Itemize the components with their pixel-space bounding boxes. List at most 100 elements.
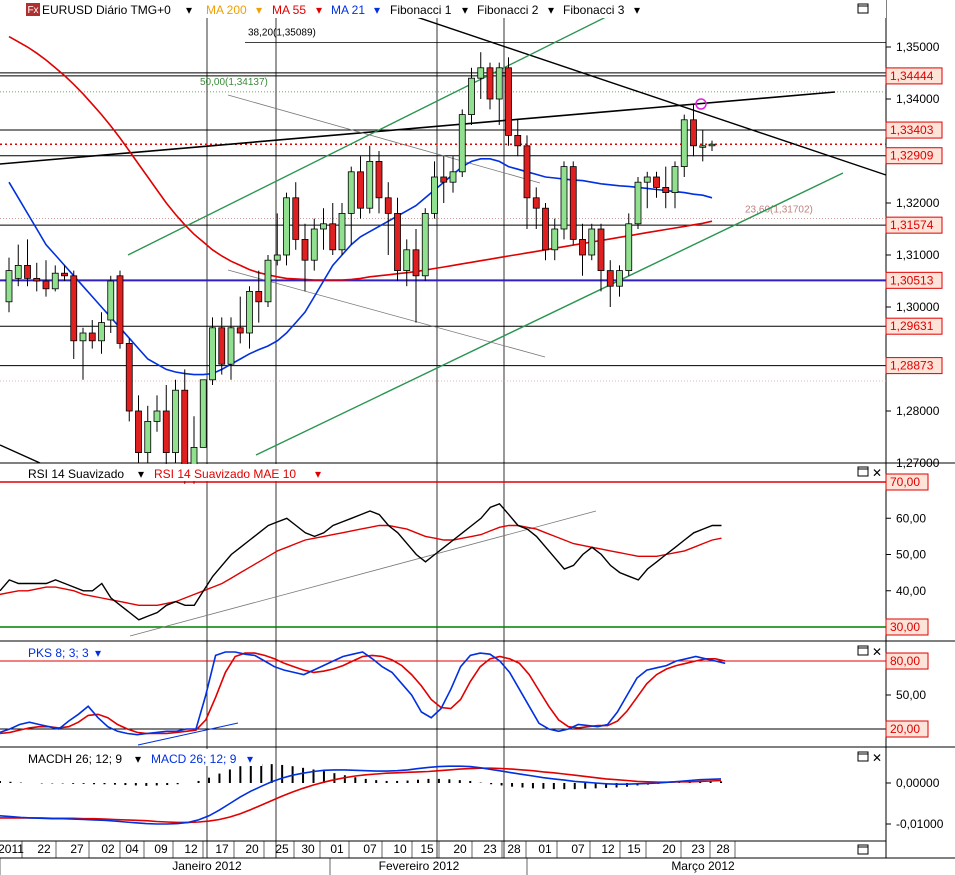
day-label: 10: [393, 842, 407, 856]
dropdown-arrow-icon[interactable]: ▾: [138, 467, 144, 481]
day-label: 04: [125, 842, 139, 856]
day-label: 27: [70, 842, 84, 856]
dropdown-arrow-icon[interactable]: ▾: [186, 3, 192, 17]
app-badge-text: Fx: [27, 5, 38, 16]
price-tick-label: 1,28000: [896, 404, 940, 418]
day-label: 01: [330, 842, 344, 856]
candle-body: [560, 166, 568, 230]
candle-body: [514, 134, 522, 147]
chart-workspace[interactable]: 38,20(1,35089) 50,00(1,34137) 23,60(1,3170…: [0, 0, 955, 875]
candle-body: [61, 272, 68, 277]
candle-body: [125, 342, 133, 412]
indicator-ma21[interactable]: MA 21: [331, 3, 365, 17]
indicator-ma200[interactable]: MA 200: [206, 3, 247, 17]
macd-title[interactable]: MACD 26; 12; 9: [151, 752, 237, 766]
candle-body: [162, 410, 170, 453]
candle: [116, 270, 124, 349]
candle-body: [292, 197, 300, 240]
day-label: 17: [215, 842, 229, 856]
month-label: Fevereiro 2012: [379, 859, 460, 873]
pks-level-tag-label: 20,00: [890, 722, 920, 736]
pks-tick-label: 50,00: [896, 688, 926, 702]
candle-body: [477, 67, 485, 79]
candle-body: [153, 410, 161, 422]
candle-body: [384, 197, 392, 214]
close-icon[interactable]: ✕: [872, 751, 882, 765]
dropdown-arrow-icon[interactable]: ▾: [634, 3, 640, 17]
dropdown-arrow-icon[interactable]: ▾: [135, 752, 141, 766]
candle: [560, 161, 568, 240]
candle-body: [107, 280, 115, 321]
day-label: 22: [37, 842, 51, 856]
candle-body: [588, 228, 596, 256]
candle: [505, 57, 512, 146]
indicator-fibonacci-2[interactable]: Fibonacci 2: [477, 3, 539, 17]
maximize-icon[interactable]: [857, 751, 869, 762]
candle-body: [273, 254, 281, 261]
candle-body: [172, 389, 179, 454]
candle-body: [486, 67, 494, 100]
candle-body: [653, 176, 660, 188]
symbol-title[interactable]: EURUSD Diário TMG+0: [42, 3, 171, 17]
indicator-fibonacci-3[interactable]: Fibonacci 3: [563, 3, 625, 17]
candle: [209, 317, 216, 385]
macd-tick-label: 0,00000: [896, 776, 940, 790]
day-label: 2011: [0, 842, 24, 856]
candle-body: [181, 389, 189, 474]
candle-body: [375, 160, 383, 199]
candle-body: [199, 379, 207, 448]
dropdown-arrow-icon[interactable]: ▾: [374, 3, 380, 17]
macd-tick-label: -0,01000: [896, 817, 944, 831]
candle-body: [680, 119, 688, 168]
candle-body: [135, 410, 142, 453]
fib-50-label: 50,00(1,34137): [200, 77, 268, 88]
maximize-icon[interactable]: [857, 645, 869, 656]
candle-body: [403, 249, 411, 272]
close-icon[interactable]: ✕: [872, 466, 882, 480]
indicator-ma55[interactable]: MA 55: [272, 3, 306, 17]
macd-hist-title[interactable]: MACDH 26; 12; 9: [28, 752, 122, 766]
dropdown-arrow-icon[interactable]: ▾: [247, 752, 253, 766]
candle-body: [264, 259, 272, 303]
day-label: 09: [154, 842, 168, 856]
day-label: 15: [627, 842, 641, 856]
maximize-icon[interactable]: [857, 844, 869, 855]
day-label: 28: [507, 842, 521, 856]
maximize-icon[interactable]: [857, 466, 869, 477]
day-label: 02: [101, 842, 115, 856]
price-level-tag-label: 1,34444: [890, 69, 934, 83]
rsi-title[interactable]: RSI 14 Suavizado: [28, 467, 124, 481]
candle-body: [116, 275, 124, 344]
candle-body: [14, 264, 22, 279]
rsi-mae-title[interactable]: RSI 14 Suavizado MAE 10: [154, 467, 296, 481]
close-icon[interactable]: ✕: [872, 645, 882, 659]
dropdown-arrow-icon[interactable]: ▾: [95, 646, 101, 660]
price-level-tag-label: 1,29631: [890, 319, 934, 333]
candle-body: [79, 332, 87, 342]
dropdown-arrow-icon[interactable]: ▾: [462, 3, 468, 17]
pks-title[interactable]: PKS 8; 3; 3: [28, 646, 89, 660]
price-tick-label: 1,32000: [896, 196, 940, 210]
day-label: 20: [245, 842, 259, 856]
day-label: 07: [571, 842, 585, 856]
candle-body: [329, 223, 337, 251]
dropdown-arrow-icon[interactable]: ▾: [316, 3, 322, 17]
candle-body: [209, 327, 216, 381]
candle-body: [88, 332, 96, 342]
price-level-tag-label: 1,33403: [890, 123, 934, 137]
maximize-icon[interactable]: [857, 3, 869, 14]
candle-body: [440, 176, 448, 183]
day-label: 25: [275, 842, 289, 856]
price-tick-label: 1,30000: [896, 300, 940, 314]
dropdown-arrow-icon[interactable]: ▾: [315, 467, 321, 481]
rsi-tick-label: 60,00: [896, 511, 926, 525]
candle-body: [98, 322, 105, 342]
candle-body: [24, 264, 31, 279]
rsi-level-tag-label: 70,00: [890, 475, 920, 489]
candle-body: [671, 166, 679, 194]
candle-body: [51, 272, 59, 290]
dropdown-arrow-icon[interactable]: ▾: [548, 3, 554, 17]
indicator-fibonacci-1[interactable]: Fibonacci 1: [390, 3, 452, 17]
dropdown-arrow-icon[interactable]: ▾: [256, 3, 262, 17]
candle-body: [320, 223, 327, 230]
